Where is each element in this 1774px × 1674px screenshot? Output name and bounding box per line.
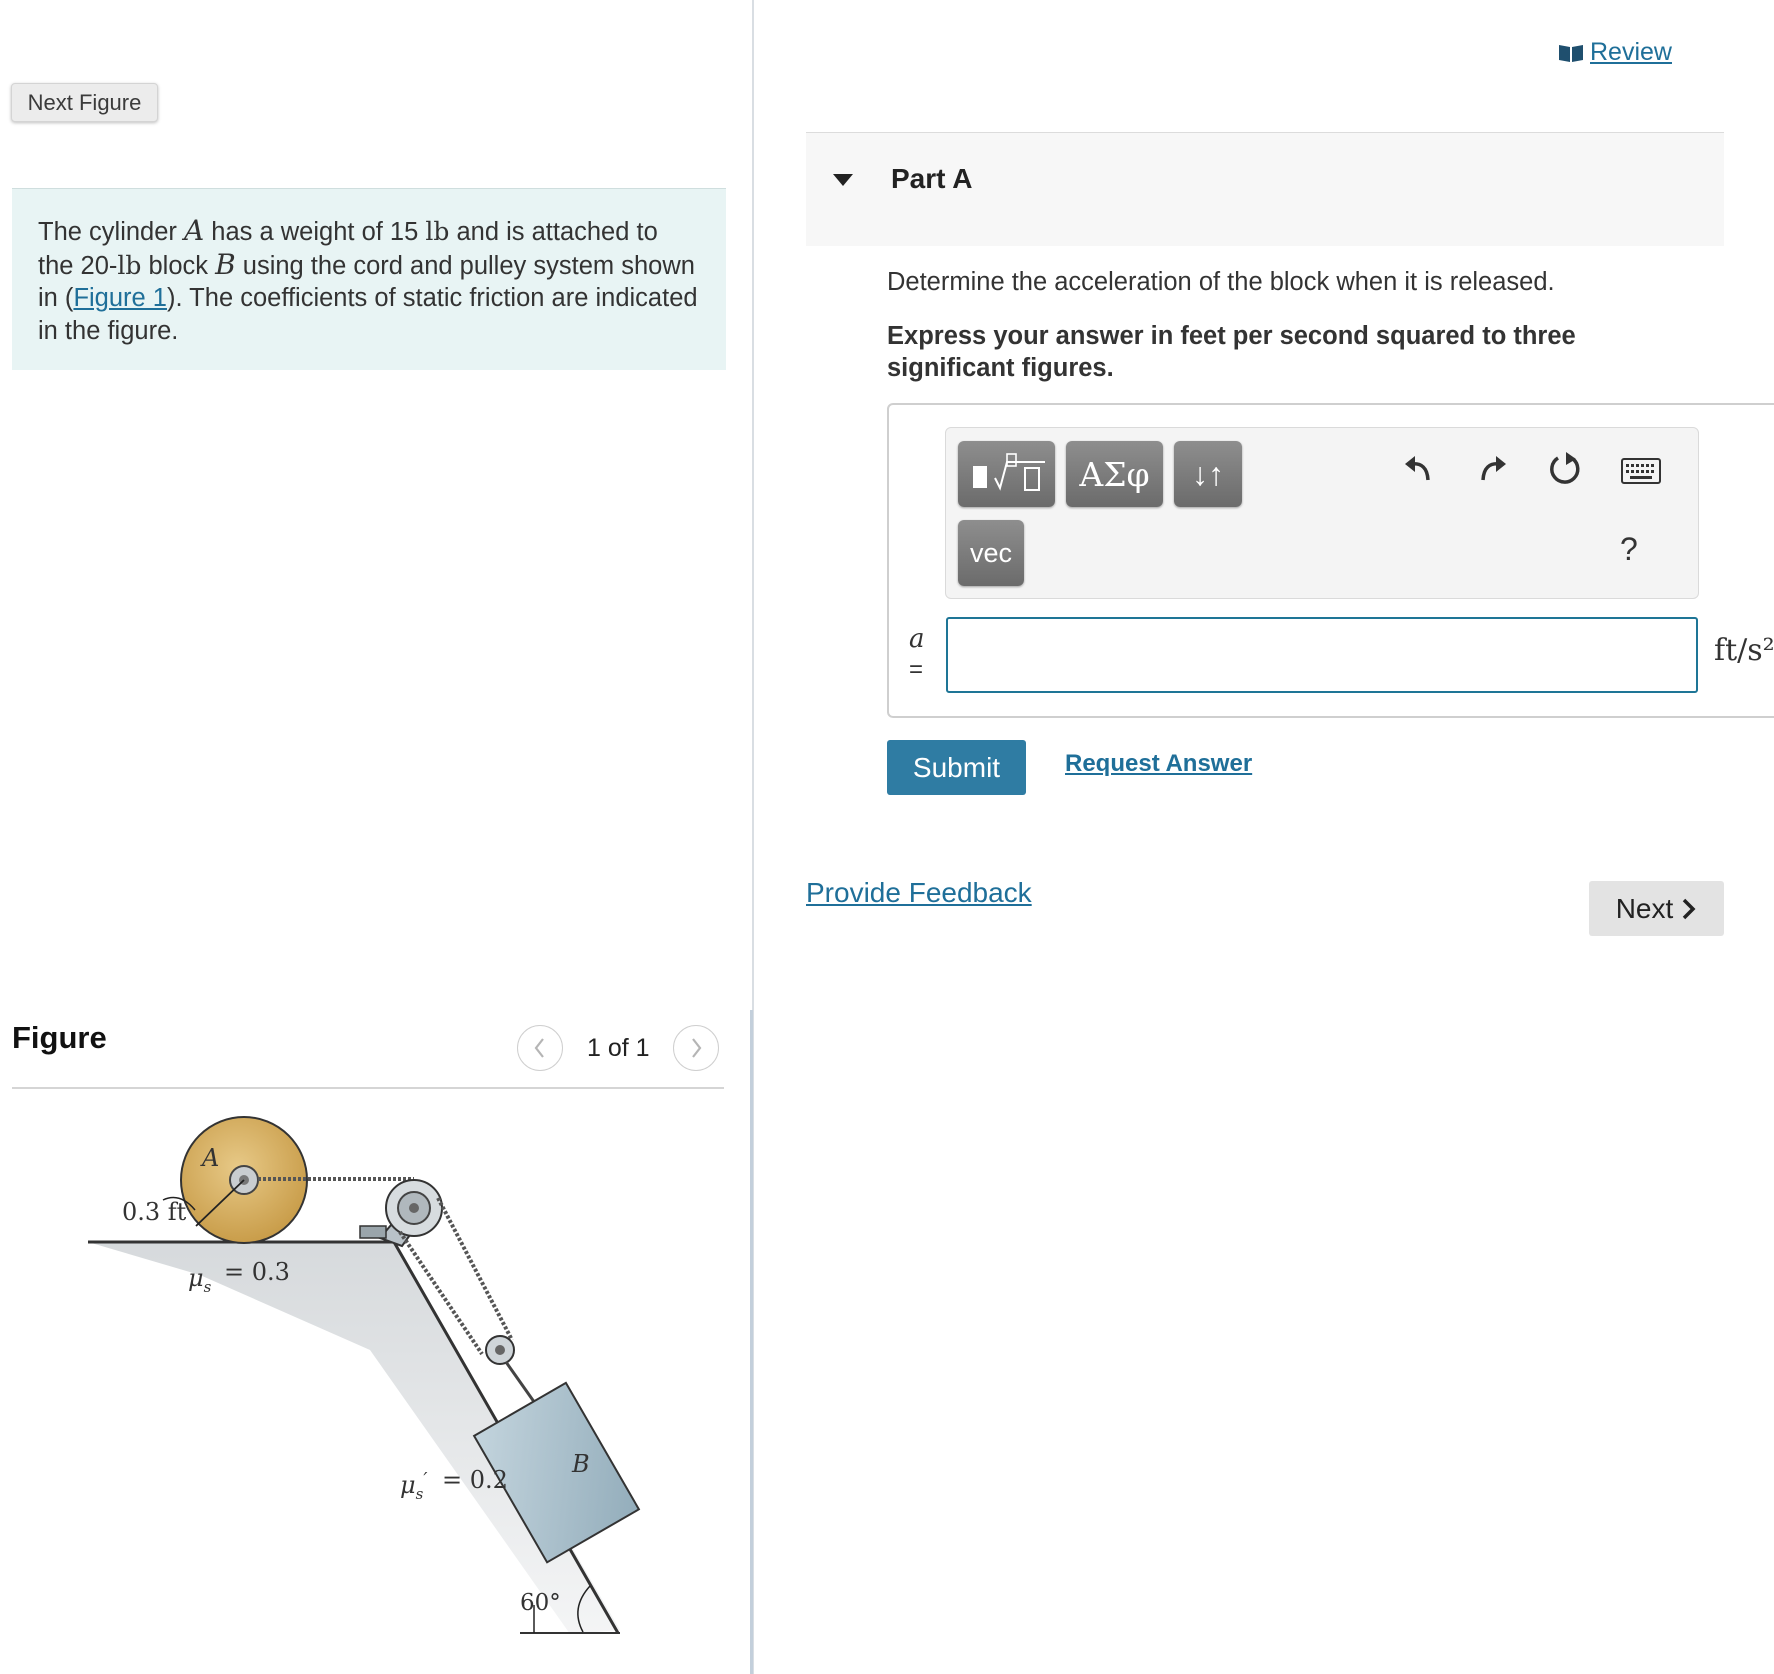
- vector-button[interactable]: vec: [958, 520, 1024, 586]
- intro-unit-2: lb: [117, 250, 142, 280]
- label-mu-prime-symbol: μs′: [400, 1469, 427, 1503]
- redo-icon[interactable]: [1476, 450, 1510, 484]
- intro-var-a: A: [183, 214, 205, 247]
- left-pane: Next Figure The cylinder A has a weight …: [0, 0, 752, 1674]
- answer-units: ft/s²: [1714, 633, 1774, 668]
- review-link[interactable]: Review: [1558, 38, 1672, 67]
- figure-link[interactable]: Figure 1: [73, 284, 167, 312]
- review-label[interactable]: Review: [1590, 38, 1672, 67]
- request-answer-link[interactable]: Request Answer: [1065, 750, 1252, 778]
- chevron-right-icon: [1683, 898, 1696, 919]
- answer-variable: a: [909, 624, 925, 654]
- label-cylinder-a: A: [200, 1144, 219, 1172]
- undo-icon[interactable]: [1401, 450, 1435, 484]
- label-angle: 60°: [520, 1590, 561, 1616]
- submit-button[interactable]: Submit: [887, 740, 1026, 795]
- book-icon: [1559, 44, 1583, 62]
- intro-unit-1: lb: [425, 217, 450, 246]
- chevron-left-icon: [534, 1038, 544, 1058]
- next-button[interactable]: Next: [1589, 881, 1724, 936]
- figure-title: Figure: [12, 1020, 107, 1055]
- figure-diagram: A 0.3 ft μs = 0.3 B μs′ = 0.2 60°: [88, 1116, 641, 1634]
- answer-input[interactable]: [946, 617, 1698, 693]
- label-block-b: B: [571, 1450, 590, 1478]
- intro-var-b: B: [215, 247, 236, 281]
- question-text: Determine the acceleration of the block …: [887, 268, 1555, 296]
- arrows-button[interactable]: ↓↑: [1174, 441, 1242, 507]
- next-label[interactable]: Next: [1616, 893, 1674, 925]
- keyboard-icon[interactable]: [1621, 458, 1661, 484]
- label-mu-s: = 0.3: [224, 1258, 290, 1286]
- part-title: Part A: [891, 163, 973, 194]
- label-mu-s-prime: = 0.2: [442, 1466, 508, 1494]
- figure-divider: [12, 1087, 724, 1089]
- label-radius: 0.3 ft: [122, 1198, 187, 1226]
- intro-text-1: The cylinder: [38, 218, 184, 246]
- provide-feedback-link[interactable]: Provide Feedback: [806, 877, 1032, 909]
- part-a-header[interactable]: Part A: [806, 132, 1724, 246]
- problem-statement: The cylinder A has a weight of 15 lb and…: [12, 188, 726, 370]
- chevron-right-icon: [692, 1038, 702, 1058]
- pane-divider-handle[interactable]: [750, 1010, 753, 1674]
- intro-text-2: has a weight of 15: [204, 218, 426, 246]
- greek-symbols-button[interactable]: ΑΣφ: [1066, 441, 1163, 507]
- templates-icon: [972, 453, 1045, 491]
- figure-pager-count: 1 of 1: [587, 1034, 650, 1062]
- answer-instructions: Express your answer in feet per second s…: [887, 322, 1576, 382]
- figure-next-button[interactable]: [673, 1025, 719, 1071]
- templates-button[interactable]: [958, 441, 1055, 507]
- caret-down-icon[interactable]: [832, 173, 854, 187]
- figure-prev-button[interactable]: [517, 1025, 563, 1071]
- intro-text-4: block: [141, 251, 216, 280]
- help-button[interactable]: ?: [1620, 531, 1638, 568]
- answer-equals: =: [909, 656, 924, 683]
- math-toolbar: ΑΣφ ↓↑ vec ?: [945, 427, 1699, 599]
- cord-incline-1: [436, 1197, 514, 1341]
- reset-icon[interactable]: [1546, 450, 1584, 488]
- next-figure-button[interactable]: Next Figure: [11, 83, 158, 122]
